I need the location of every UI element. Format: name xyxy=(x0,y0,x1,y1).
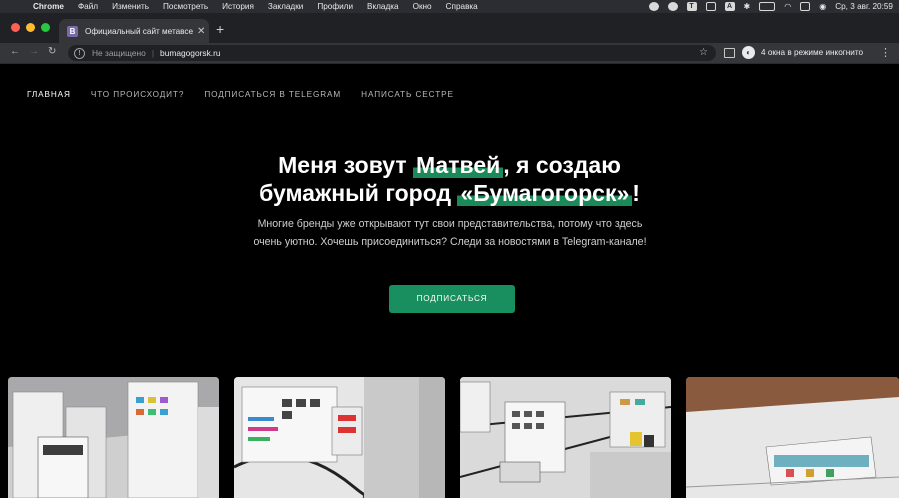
menu-file[interactable]: Файл xyxy=(78,2,98,11)
macos-menubar: Chrome Файл Изменить Посмотреть История … xyxy=(0,0,899,13)
keyboard-layout-icon[interactable]: A xyxy=(724,2,735,11)
url-text[interactable]: bumagogorsk.ru xyxy=(160,48,221,58)
incognito-icon: ◐ xyxy=(742,46,755,59)
menu-bookmarks[interactable]: Закладки xyxy=(268,2,303,11)
incognito-label: 4 окна в режиме инкогнито xyxy=(761,48,864,57)
window-controls xyxy=(11,23,50,32)
subscribe-button[interactable]: ПОДПИСАТЬСЯ xyxy=(389,285,515,313)
hero-city-highlight: «Бумагогорск» xyxy=(457,180,633,206)
menu-tab[interactable]: Вкладка xyxy=(367,2,399,11)
menu-app-chrome[interactable]: Chrome xyxy=(33,2,64,11)
battery-icon[interactable] xyxy=(759,2,776,11)
menu-history[interactable]: История xyxy=(222,2,254,11)
menu-view[interactable]: Посмотреть xyxy=(163,2,208,11)
hero-subtitle: Многие бренды уже открывают тут свои пре… xyxy=(253,218,647,248)
nav-link-whats-happening[interactable]: ЧТО ПРОИСХОДИТ? xyxy=(91,90,184,99)
address-bar[interactable]: ! Не защищено | bumagogorsk.ru ☆ xyxy=(68,45,716,61)
address-separator: | xyxy=(151,48,155,58)
nav-link-write-sister[interactable]: НАПИСАТЬ СЕСТРЕ xyxy=(361,90,454,99)
gallery-photo-3[interactable] xyxy=(460,377,671,498)
hero-title-text: , я создаю xyxy=(503,152,621,178)
site-navigation: ГЛАВНАЯ ЧТО ПРОИСХОДИТ? ПОДПИСАТЬСЯ В TE… xyxy=(27,90,474,99)
hero-title-text: бумажный город xyxy=(259,180,458,206)
close-window-button[interactable] xyxy=(11,23,20,32)
site-favicon-icon: B xyxy=(67,25,78,37)
side-panel-icon[interactable] xyxy=(724,48,735,58)
chrome-menu-icon[interactable]: ⋮ xyxy=(880,46,891,59)
menubar-datetime[interactable]: Ср, 3 авг. 20:59 xyxy=(835,2,893,11)
menu-window[interactable]: Окно xyxy=(413,2,432,11)
incognito-indicator[interactable]: ◐ 4 окна в режиме инкогнито xyxy=(742,46,863,59)
minimize-window-button[interactable] xyxy=(26,23,35,32)
close-tab-icon[interactable]: ✕ xyxy=(197,26,205,37)
new-tab-icon[interactable]: + xyxy=(216,22,224,36)
menu-edit[interactable]: Изменить xyxy=(112,2,149,11)
menu-help[interactable]: Справка xyxy=(446,2,478,11)
tab-active[interactable]: B Официальный сайт метавселенной ✕ xyxy=(59,19,209,43)
tab-strip: B Официальный сайт метавселенной ✕ + xyxy=(0,13,899,43)
security-warning-icon[interactable]: ! xyxy=(74,47,85,59)
gallery-photo-2[interactable] xyxy=(234,377,445,498)
reload-icon[interactable]: ↻ xyxy=(48,46,56,57)
hero-name-highlight: Матвей xyxy=(412,152,504,178)
forward-icon[interactable]: → xyxy=(29,46,39,57)
gallery-photo-4[interactable] xyxy=(686,377,899,498)
control-center-icon[interactable] xyxy=(800,2,811,11)
bluetooth-icon[interactable]: ✱ xyxy=(744,2,751,11)
security-status[interactable]: Не защищено xyxy=(92,48,146,58)
status-text-icon[interactable]: T xyxy=(686,2,697,11)
bookmark-star-icon[interactable]: ☆ xyxy=(699,47,708,58)
back-icon[interactable]: ← xyxy=(10,46,20,57)
nav-link-telegram[interactable]: ПОДПИСАТЬСЯ В TELEGRAM xyxy=(204,90,341,99)
gallery-photo-1[interactable] xyxy=(8,377,219,498)
browser-toolbar: ← → ↻ ! Не защищено | bumagogorsk.ru ☆ ◐… xyxy=(0,43,899,64)
hero-title: Меня зовут Матвей, я создаю бумажный гор… xyxy=(0,151,899,207)
wifi-icon[interactable]: ◠ xyxy=(784,2,791,11)
nav-link-home[interactable]: ГЛАВНАЯ xyxy=(27,90,71,99)
menu-profiles[interactable]: Профили xyxy=(317,2,353,11)
menubar-status-area: T A ✱ ◠ ◉ Ср, 3 авг. 20:59 xyxy=(648,0,893,13)
status-display-icon[interactable] xyxy=(705,2,716,11)
status-app-icon[interactable] xyxy=(648,2,659,11)
tab-title: Официальный сайт метавселенной xyxy=(85,26,193,36)
hero-title-text: Меня зовут xyxy=(278,152,413,178)
status-vpn-icon[interactable] xyxy=(667,2,678,11)
zoom-window-button[interactable] xyxy=(41,23,50,32)
hero-title-text: ! xyxy=(632,180,640,206)
siri-icon[interactable]: ◉ xyxy=(819,2,826,11)
